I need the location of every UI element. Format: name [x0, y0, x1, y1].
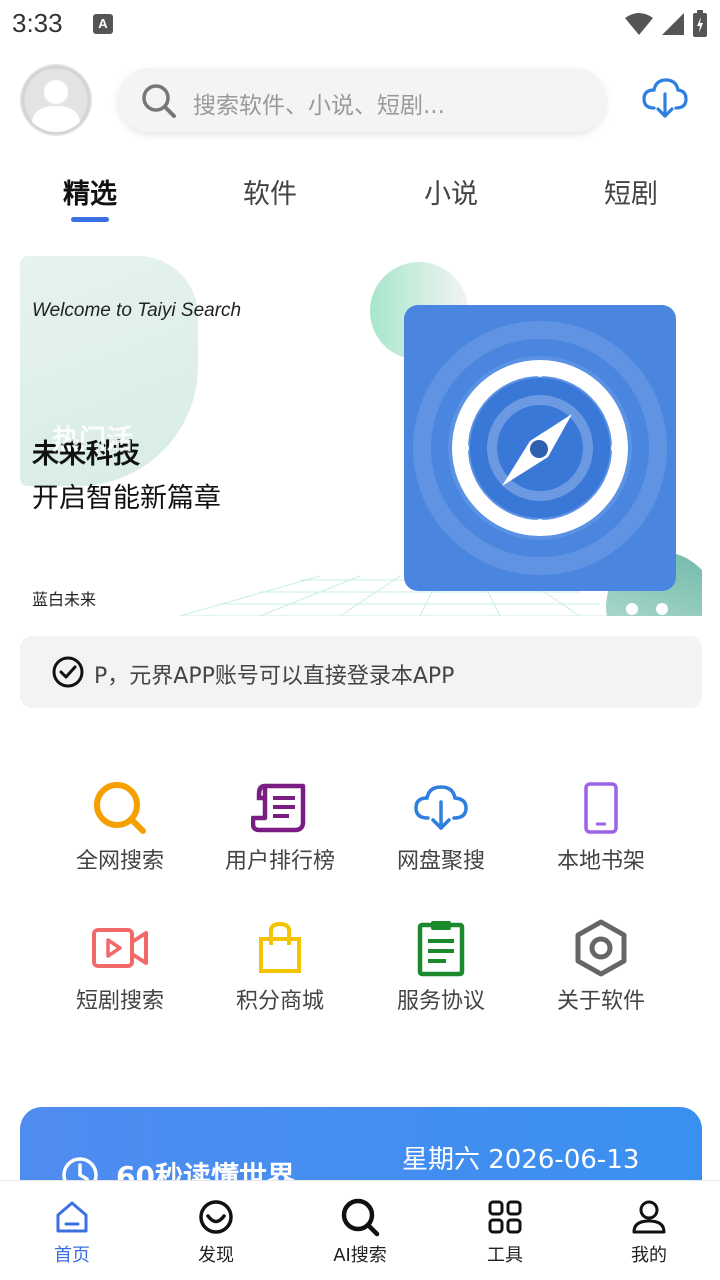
search-icon — [341, 1198, 380, 1237]
grid-item-label: 积分商城 — [235, 989, 324, 1014]
grid-item-points-mall[interactable]: 积分商城 — [200, 918, 360, 1038]
smile-icon — [199, 1200, 233, 1234]
nav-label: 首页 — [54, 1245, 90, 1266]
signal-icon — [662, 13, 684, 35]
tab-software[interactable]: 软件 — [210, 172, 330, 211]
category-tabs: 精选 软件 小说 短剧 — [0, 160, 720, 230]
search-placeholder: 搜索软件、小说、短剧... — [193, 93, 445, 119]
banner-overlay-text: 热门活 — [52, 425, 133, 456]
announcement-text: P，元界APP账号可以直接登录本APP — [94, 664, 455, 689]
status-time: 3:33 — [12, 8, 63, 38]
tab-short-drama[interactable]: 短剧 — [571, 172, 691, 211]
user-avatar-icon — [21, 65, 91, 135]
search-icon — [142, 84, 176, 118]
grid-item-label: 网盘聚搜 — [396, 849, 485, 874]
grid-item-label: 服务协议 — [396, 989, 485, 1014]
grid-icon — [488, 1200, 522, 1234]
avatar[interactable] — [20, 64, 92, 136]
status-icons — [624, 10, 708, 38]
grid-item-label: 用户排行榜 — [224, 849, 335, 874]
cloud-download-icon[interactable] — [642, 78, 688, 120]
grid-item-web-search[interactable]: 全网搜索 — [40, 778, 200, 898]
wifi-icon — [625, 13, 653, 35]
nav-label: AI搜索 — [333, 1245, 387, 1266]
home-icon — [56, 1201, 88, 1233]
promo-banner[interactable]: Welcome to Taiyi Search 未来科技 热门活 开启智能新篇章… — [20, 256, 702, 616]
video-camera-icon — [92, 928, 148, 968]
nav-item-discover[interactable]: 发现 — [166, 1197, 266, 1269]
scroll-list-icon — [251, 783, 306, 833]
compass-icon — [413, 321, 667, 575]
shopping-bag-icon — [259, 921, 301, 973]
grid-item-bookshelf[interactable]: 本地书架 — [521, 778, 681, 898]
grid-item-leaderboard[interactable]: 用户排行榜 — [200, 778, 360, 898]
compass-logo-card — [404, 305, 676, 591]
clipboard-icon — [417, 921, 465, 977]
nav-item-ai-search[interactable]: AI搜索 — [310, 1197, 410, 1269]
grid-item-service-agreement[interactable]: 服务协议 — [361, 918, 521, 1038]
bottom-navigation: 首页 发现 AI搜索 工具 我的 — [0, 1180, 720, 1280]
nav-item-home[interactable]: 首页 — [22, 1197, 122, 1269]
cloud-download-icon — [414, 785, 468, 830]
nav-item-profile[interactable]: 我的 — [599, 1197, 699, 1269]
banner-caption: 蓝白未来 — [32, 590, 97, 609]
search-icon — [94, 782, 146, 834]
active-tab-indicator — [71, 217, 109, 222]
announcement-bar[interactable]: P，元界APP账号可以直接登录本APP — [20, 636, 702, 708]
nav-label: 我的 — [631, 1245, 667, 1266]
grid-item-drama-search[interactable]: 短剧搜索 — [40, 918, 200, 1038]
banner-welcome-text: Welcome to Taiyi Search — [32, 300, 242, 321]
grid-item-about[interactable]: 关于软件 — [521, 918, 681, 1038]
grid-item-label: 本地书架 — [556, 849, 645, 874]
battery-icon — [693, 10, 707, 37]
banner-subtitle: 开启智能新篇章 — [32, 483, 221, 514]
user-icon — [632, 1200, 666, 1234]
tab-novels[interactable]: 小说 — [391, 172, 511, 211]
nav-label: 发现 — [198, 1245, 234, 1266]
tab-featured[interactable]: 精选 — [30, 172, 150, 211]
phone-icon — [584, 782, 618, 834]
grid-item-label: 短剧搜索 — [75, 989, 164, 1014]
status-bar: 3:33 A — [0, 0, 720, 52]
notification-icon: A — [93, 14, 113, 34]
news-card-date: 星期六 2026-06-13 — [402, 1145, 640, 1175]
hexagon-nut-icon — [575, 919, 627, 977]
nav-item-tools[interactable]: 工具 — [455, 1197, 555, 1269]
grid-item-cloud-search[interactable]: 网盘聚搜 — [361, 778, 521, 898]
grid-item-label: 全网搜索 — [75, 849, 164, 874]
nav-label: 工具 — [487, 1245, 523, 1266]
banner-decor-dots — [626, 603, 668, 615]
grid-item-label: 关于软件 — [556, 989, 645, 1014]
check-circle-icon — [52, 656, 84, 688]
search-bar[interactable]: 搜索软件、小说、短剧... — [118, 68, 606, 132]
